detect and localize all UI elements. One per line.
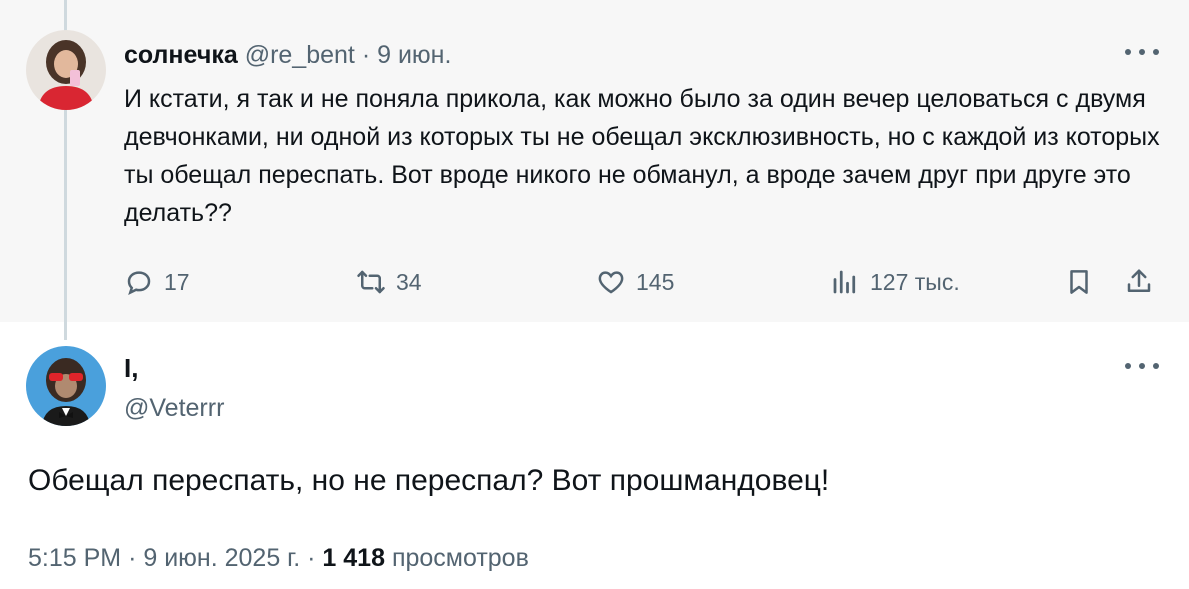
tweet-text: Обещал переспать, но не переспал? Вот пр… bbox=[28, 464, 830, 497]
separator: · bbox=[128, 544, 137, 572]
tweet-text: И кстати, я так и не поняла прикола, как… bbox=[124, 85, 1160, 227]
avatar[interactable] bbox=[26, 346, 106, 426]
bookmark-icon bbox=[1070, 270, 1088, 294]
like-button[interactable]: 145 bbox=[596, 262, 674, 302]
avatar[interactable] bbox=[26, 30, 106, 110]
views-icon bbox=[833, 270, 856, 294]
like-count: 145 bbox=[636, 268, 675, 295]
user-handle[interactable]: @re_bent bbox=[245, 41, 355, 69]
separator: · bbox=[361, 41, 371, 69]
more-icon[interactable] bbox=[1125, 42, 1159, 62]
retweet-count: 34 bbox=[396, 268, 422, 295]
separator: · bbox=[307, 544, 316, 572]
share-button[interactable] bbox=[1124, 262, 1154, 302]
retweet-icon bbox=[357, 270, 385, 294]
view-count: 127 тыс. bbox=[870, 268, 960, 295]
bookmark-button[interactable] bbox=[1064, 262, 1094, 302]
tweet-header: солнечка @re_bent · 9 июн. bbox=[124, 40, 451, 70]
user-handle[interactable]: @Veterrr bbox=[124, 392, 224, 424]
tweet-actions: 17 34 145 127 тыс. bbox=[124, 262, 1164, 302]
reply-button[interactable]: 17 bbox=[124, 262, 190, 302]
views-count: 1 418 bbox=[322, 544, 385, 572]
more-icon[interactable] bbox=[1125, 356, 1159, 376]
reply-count: 17 bbox=[164, 268, 190, 295]
parent-tweet[interactable]: солнечка @re_bent · 9 июн. И кстати, я т… bbox=[0, 0, 1189, 340]
retweet-button[interactable]: 34 bbox=[356, 262, 422, 302]
display-name[interactable]: солнечка bbox=[124, 41, 238, 69]
tweet-time[interactable]: 5:15 PM bbox=[28, 544, 121, 572]
display-name[interactable]: I, bbox=[124, 352, 138, 384]
share-icon bbox=[1127, 269, 1151, 292]
tweet-date[interactable]: 9 июн. bbox=[377, 41, 451, 69]
thread-connector bbox=[64, 322, 67, 338]
tweet-meta: 5:15 PM · 9 июн. 2025 г. · 1 418 просмот… bbox=[28, 542, 529, 574]
reply-icon bbox=[127, 271, 151, 296]
views-button[interactable]: 127 тыс. bbox=[830, 262, 960, 302]
views-label: просмотров bbox=[391, 544, 529, 572]
heart-icon bbox=[598, 271, 624, 294]
tweet-date[interactable]: 9 июн. 2025 г. bbox=[143, 544, 300, 572]
